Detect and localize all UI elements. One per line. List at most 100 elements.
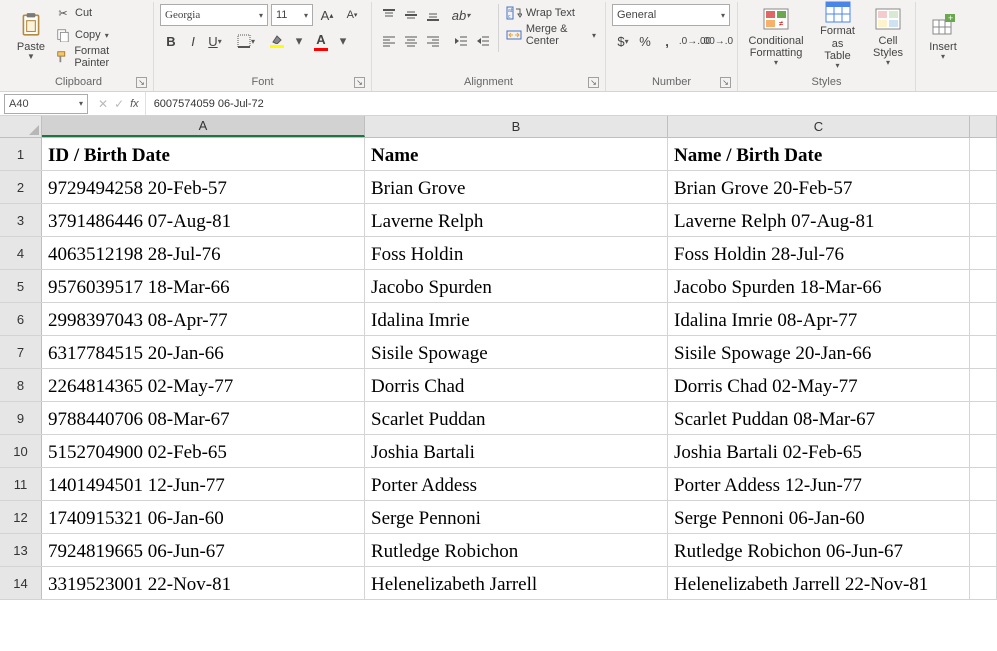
column-header-c[interactable]: C: [668, 116, 970, 137]
copy-button[interactable]: Copy ▾: [52, 24, 147, 46]
cell[interactable]: Brian Grove: [365, 171, 668, 203]
cell[interactable]: Jacobo Spurden: [365, 270, 668, 302]
cell[interactable]: Jacobo Spurden 18-Mar-66: [668, 270, 970, 302]
dialog-launcher[interactable]: ↘: [136, 77, 147, 88]
cell[interactable]: Foss Holdin: [365, 237, 668, 269]
cell[interactable]: Helenelizabeth Jarrell: [365, 567, 668, 599]
cell[interactable]: [970, 270, 997, 302]
row-header[interactable]: 5: [0, 270, 42, 302]
cell[interactable]: Serge Pennoni: [365, 501, 668, 533]
wrap-text-button[interactable]: abc Wrap Text: [503, 2, 599, 24]
cell[interactable]: Sisile Spowage 20-Jan-66: [668, 336, 970, 368]
formula-input[interactable]: [146, 92, 997, 115]
cell[interactable]: [970, 402, 997, 434]
cell[interactable]: Rutledge Robichon 06-Jun-67: [668, 534, 970, 566]
borders-button[interactable]: ▾: [235, 30, 257, 52]
cut-button[interactable]: ✂ Cut: [52, 2, 147, 24]
column-header-d[interactable]: [970, 116, 997, 137]
cell[interactable]: [970, 138, 997, 170]
row-header[interactable]: 12: [0, 501, 42, 533]
enter-formula-icon[interactable]: ✓: [114, 97, 124, 111]
select-all-corner[interactable]: [0, 116, 42, 137]
cell[interactable]: Joshia Bartali 02-Feb-65: [668, 435, 970, 467]
row-header[interactable]: 10: [0, 435, 42, 467]
align-middle-button[interactable]: [400, 4, 422, 26]
cell[interactable]: Helenelizabeth Jarrell 22-Nov-81: [668, 567, 970, 599]
fill-color-dropdown[interactable]: ▾: [288, 30, 310, 52]
cell[interactable]: 7924819665 06-Jun-67: [42, 534, 365, 566]
cell[interactable]: [970, 204, 997, 236]
font-color-button[interactable]: A: [310, 30, 332, 52]
row-header[interactable]: 13: [0, 534, 42, 566]
increase-font-button[interactable]: A▴: [316, 4, 338, 26]
cell[interactable]: Idalina Imrie 08-Apr-77: [668, 303, 970, 335]
cell[interactable]: Scarlet Puddan: [365, 402, 668, 434]
cell[interactable]: Name / Birth Date: [668, 138, 970, 170]
align-center-button[interactable]: [400, 30, 422, 52]
column-header-b[interactable]: B: [365, 116, 668, 137]
row-header[interactable]: 8: [0, 369, 42, 401]
increase-indent-button[interactable]: [472, 30, 494, 52]
cell[interactable]: Laverne Relph: [365, 204, 668, 236]
dialog-launcher[interactable]: ↘: [720, 77, 731, 88]
row-header[interactable]: 7: [0, 336, 42, 368]
cell[interactable]: Foss Holdin 28-Jul-76: [668, 237, 970, 269]
row-header[interactable]: 9: [0, 402, 42, 434]
cell[interactable]: Porter Addess 12-Jun-77: [668, 468, 970, 500]
column-header-a[interactable]: A: [42, 116, 365, 137]
cell[interactable]: [970, 435, 997, 467]
cell[interactable]: 9729494258 20-Feb-57: [42, 171, 365, 203]
format-painter-button[interactable]: Format Painter: [52, 46, 147, 68]
cell[interactable]: Name: [365, 138, 668, 170]
row-header[interactable]: 6: [0, 303, 42, 335]
merge-center-button[interactable]: Merge & Center ▾: [503, 24, 599, 46]
cell[interactable]: [970, 369, 997, 401]
cell[interactable]: Idalina Imrie: [365, 303, 668, 335]
fx-icon[interactable]: fx: [130, 98, 139, 110]
insert-button[interactable]: + Insert ▾: [922, 2, 964, 70]
cell[interactable]: [970, 237, 997, 269]
cell[interactable]: Laverne Relph 07-Aug-81: [668, 204, 970, 236]
dialog-launcher[interactable]: ↘: [354, 77, 365, 88]
cell[interactable]: [970, 501, 997, 533]
decrease-font-button[interactable]: A▾: [341, 4, 363, 26]
cell[interactable]: 9576039517 18-Mar-66: [42, 270, 365, 302]
cell-styles-button[interactable]: Cell Styles ▾: [867, 2, 909, 70]
align-bottom-button[interactable]: [422, 4, 444, 26]
cell[interactable]: [970, 468, 997, 500]
cell[interactable]: Brian Grove 20-Feb-57: [668, 171, 970, 203]
cell[interactable]: [970, 303, 997, 335]
cell[interactable]: ID / Birth Date: [42, 138, 365, 170]
font-size-combo[interactable]: 11 ▾: [271, 4, 313, 26]
dialog-launcher[interactable]: ↘: [588, 77, 599, 88]
cell[interactable]: Serge Pennoni 06-Jan-60: [668, 501, 970, 533]
font-color-dropdown[interactable]: ▾: [332, 30, 354, 52]
cell[interactable]: 3319523001 22-Nov-81: [42, 567, 365, 599]
cell[interactable]: Dorris Chad 02-May-77: [668, 369, 970, 401]
percent-format-button[interactable]: %: [634, 30, 656, 52]
cell[interactable]: 6317784515 20-Jan-66: [42, 336, 365, 368]
cell[interactable]: 2264814365 02-May-77: [42, 369, 365, 401]
cell[interactable]: 5152704900 02-Feb-65: [42, 435, 365, 467]
cell[interactable]: Dorris Chad: [365, 369, 668, 401]
row-header[interactable]: 3: [0, 204, 42, 236]
cell[interactable]: Joshia Bartali: [365, 435, 668, 467]
row-header[interactable]: 1: [0, 138, 42, 170]
bold-button[interactable]: B: [160, 30, 182, 52]
cell[interactable]: [970, 336, 997, 368]
cell[interactable]: Sisile Spowage: [365, 336, 668, 368]
decrease-indent-button[interactable]: [450, 30, 472, 52]
number-format-combo[interactable]: General ▾: [612, 4, 730, 26]
align-top-button[interactable]: [378, 4, 400, 26]
row-header[interactable]: 2: [0, 171, 42, 203]
decrease-decimal-button[interactable]: .00→.0: [706, 30, 728, 52]
cell[interactable]: 3791486446 07-Aug-81: [42, 204, 365, 236]
paste-button[interactable]: Paste ▼: [10, 2, 52, 70]
comma-format-button[interactable]: ,: [656, 30, 678, 52]
cell[interactable]: 2998397043 08-Apr-77: [42, 303, 365, 335]
name-box[interactable]: A40 ▾: [4, 94, 88, 114]
cell[interactable]: [970, 534, 997, 566]
cell[interactable]: 1401494501 12-Jun-77: [42, 468, 365, 500]
row-header[interactable]: 11: [0, 468, 42, 500]
italic-button[interactable]: I: [182, 30, 204, 52]
